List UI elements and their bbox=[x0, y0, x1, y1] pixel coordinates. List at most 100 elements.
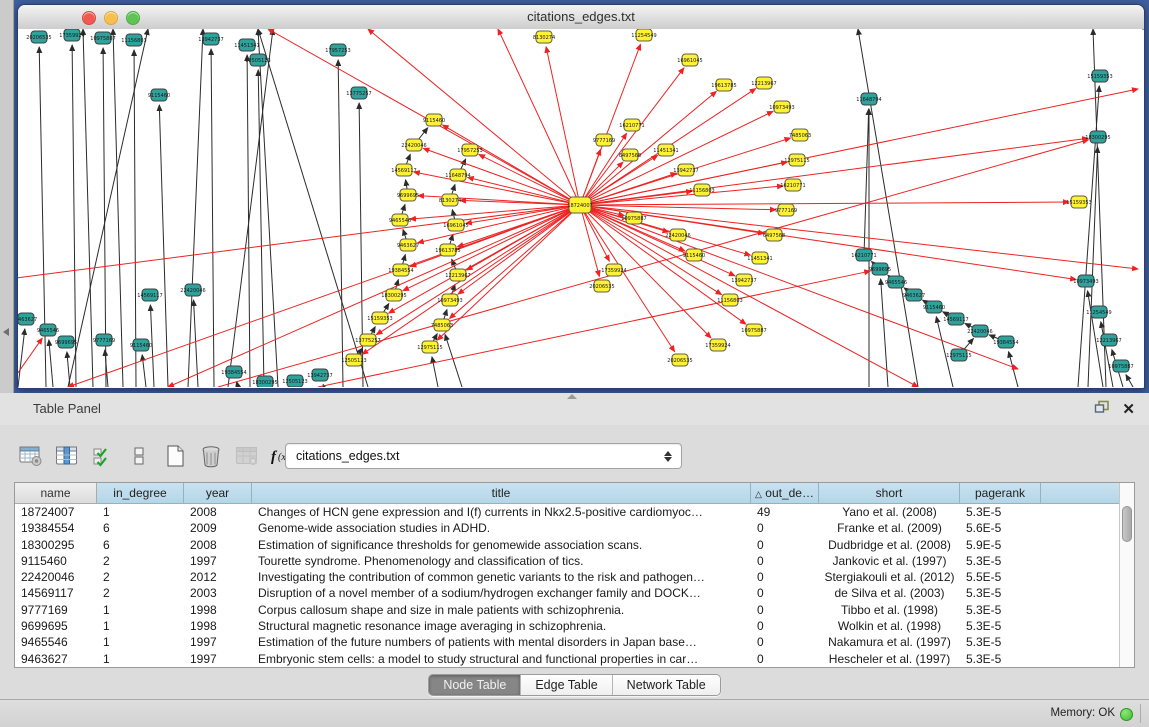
network-node[interactable]: 11451341 bbox=[747, 252, 772, 264]
cell-year[interactable]: 2009 bbox=[184, 520, 252, 536]
network-node[interactable]: 9115460 bbox=[423, 114, 445, 126]
network-node[interactable]: 19384554 bbox=[221, 366, 246, 378]
cell-filler[interactable] bbox=[1041, 553, 1122, 569]
cell-pagerank[interactable]: 5.3E-5 bbox=[960, 602, 1041, 618]
network-node[interactable]: 9777169 bbox=[775, 204, 797, 216]
table-row[interactable]: 1938455462009Genome-wide association stu… bbox=[15, 520, 1134, 536]
network-node[interactable]: 8130274 bbox=[439, 194, 461, 206]
network-node[interactable]: 15159353 bbox=[1087, 70, 1112, 82]
cell-short[interactable]: Wolkin et al. (1998) bbox=[819, 618, 960, 634]
cell-title[interactable]: Corpus callosum shape and size in male p… bbox=[252, 602, 751, 618]
cell-name[interactable]: 19384554 bbox=[15, 520, 97, 536]
cell-pagerank[interactable]: 5.3E-5 bbox=[960, 553, 1041, 569]
network-node[interactable]: 12975115 bbox=[784, 154, 809, 166]
network-node[interactable]: 22420046 bbox=[401, 139, 426, 151]
cell-out-de-[interactable]: 0 bbox=[751, 553, 819, 569]
window-titlebar[interactable]: citations_edges.txt bbox=[18, 5, 1144, 30]
cell-name[interactable]: 9463627 bbox=[15, 651, 97, 667]
network-node[interactable]: 9115460 bbox=[683, 249, 705, 261]
network-node[interactable]: 11254549 bbox=[631, 29, 656, 41]
network-node[interactable]: 9699695 bbox=[869, 263, 891, 275]
scrollbar-thumb[interactable] bbox=[1122, 506, 1132, 542]
network-node[interactable]: 11156803 bbox=[121, 34, 146, 46]
cell-short[interactable]: Tibbo et al. (1998) bbox=[819, 602, 960, 618]
column-header-in-degree[interactable]: in_degree bbox=[97, 483, 184, 504]
cell-short[interactable]: Hescheler et al. (1997) bbox=[819, 651, 960, 667]
new-document-icon[interactable] bbox=[160, 441, 190, 471]
cell-pagerank[interactable]: 5.3E-5 bbox=[960, 634, 1041, 650]
cell-name[interactable]: 9777169 bbox=[15, 602, 97, 618]
column-header-year[interactable]: year bbox=[184, 483, 252, 504]
network-node[interactable]: 10975887 bbox=[741, 324, 766, 336]
network-node[interactable]: 12213967 bbox=[1096, 334, 1121, 346]
network-node[interactable]: 9777169 bbox=[593, 134, 615, 146]
cell-name[interactable]: 18724007 bbox=[15, 504, 97, 520]
cell-out-de-[interactable]: 0 bbox=[751, 585, 819, 601]
column-edit-icon[interactable] bbox=[52, 441, 82, 471]
cell-pagerank[interactable]: 5.6E-5 bbox=[960, 520, 1041, 536]
tab-node-table[interactable]: Node Table bbox=[429, 675, 520, 695]
network-node[interactable]: 19613785 bbox=[711, 79, 736, 91]
cell-name[interactable]: 9115460 bbox=[15, 553, 97, 569]
cell-name[interactable]: 18300295 bbox=[15, 537, 97, 553]
cell-in-degree[interactable]: 6 bbox=[97, 537, 184, 553]
cell-short[interactable]: de Silva et al. (2003) bbox=[819, 585, 960, 601]
network-node[interactable]: 16210771 bbox=[851, 249, 876, 261]
cell-pagerank[interactable]: 5.3E-5 bbox=[960, 504, 1041, 520]
cell-title[interactable]: Disruption of a novel member of a sodium… bbox=[252, 585, 751, 601]
network-node[interactable]: 17957253 bbox=[325, 44, 350, 56]
cell-out-de-[interactable]: 0 bbox=[751, 537, 819, 553]
column-header-title[interactable]: title bbox=[252, 483, 751, 504]
cell-title[interactable]: Genome-wide association studies in ADHD. bbox=[252, 520, 751, 536]
network-node[interactable]: 12505123 bbox=[282, 375, 307, 387]
table-settings-icon[interactable] bbox=[16, 441, 46, 471]
cell-short[interactable]: Nakamura et al. (1997) bbox=[819, 634, 960, 650]
network-node[interactable]: 20206535 bbox=[667, 354, 692, 366]
network-node[interactable]: 15159353 bbox=[367, 312, 392, 324]
float-icon[interactable] bbox=[1094, 400, 1110, 419]
network-node[interactable]: 16210771 bbox=[780, 179, 805, 191]
network-node[interactable]: 9463627 bbox=[397, 239, 419, 251]
cell-filler[interactable] bbox=[1041, 520, 1122, 536]
network-node[interactable]: 9777169 bbox=[93, 334, 115, 346]
network-node[interactable]: 17359924 bbox=[59, 29, 84, 41]
network-node[interactable]: 10975887 bbox=[90, 32, 115, 44]
network-node[interactable]: 22420046 bbox=[180, 284, 205, 296]
network-node[interactable]: 10973493 bbox=[769, 101, 794, 113]
network-node[interactable]: 10973493 bbox=[1073, 275, 1098, 287]
vertical-scrollbar[interactable] bbox=[1119, 483, 1134, 667]
network-node[interactable]: 16210771 bbox=[619, 119, 644, 131]
cell-out-de-[interactable]: 0 bbox=[751, 651, 819, 667]
cell-filler[interactable] bbox=[1041, 602, 1122, 618]
network-node[interactable]: 17359924 bbox=[705, 339, 730, 351]
network-node[interactable]: 7485063 bbox=[789, 129, 811, 141]
cell-in-degree[interactable]: 2 bbox=[97, 585, 184, 601]
cell-filler[interactable] bbox=[1041, 651, 1122, 667]
cell-pagerank[interactable]: 5.5E-5 bbox=[960, 569, 1041, 585]
memory-status-icon[interactable] bbox=[1120, 708, 1133, 721]
network-node[interactable]: 7485063 bbox=[431, 319, 453, 331]
tab-edge-table[interactable]: Edge Table bbox=[520, 675, 611, 695]
cell-title[interactable]: Investigating the contribution of common… bbox=[252, 569, 751, 585]
cell-short[interactable]: Yano et al. (2008) bbox=[819, 504, 960, 520]
network-node[interactable]: 9465546 bbox=[885, 276, 907, 288]
table-row[interactable]: 1872400712008Changes of HCN gene express… bbox=[15, 504, 1134, 520]
cell-short[interactable]: Jankovic et al. (1997) bbox=[819, 553, 960, 569]
network-node[interactable]: 9115460 bbox=[148, 89, 170, 101]
cell-year[interactable]: 1998 bbox=[184, 618, 252, 634]
column-header-short[interactable]: short bbox=[819, 483, 960, 504]
control-panel-collapsed-strip[interactable] bbox=[0, 0, 14, 393]
cell-title[interactable]: Structural magnetic resonance image aver… bbox=[252, 618, 751, 634]
table-row[interactable]: 969969511998Structural magnetic resonanc… bbox=[15, 618, 1134, 634]
cell-name[interactable]: 22420046 bbox=[15, 569, 97, 585]
network-node[interactable]: 14569117 bbox=[137, 289, 162, 301]
network-node[interactable]: 9463627 bbox=[18, 313, 37, 325]
network-svg[interactable]: 1872400720206535173599241097588711156803… bbox=[18, 29, 1142, 387]
network-node[interactable]: 9699695 bbox=[55, 336, 77, 348]
network-node[interactable]: 9465546 bbox=[389, 214, 411, 226]
collapse-arrow-icon[interactable] bbox=[3, 328, 9, 336]
cell-year[interactable]: 1997 bbox=[184, 553, 252, 569]
cell-title[interactable]: Estimation of the future numbers of pati… bbox=[252, 634, 751, 650]
cell-out-de-[interactable]: 0 bbox=[751, 569, 819, 585]
network-node[interactable]: 9115460 bbox=[923, 301, 945, 313]
